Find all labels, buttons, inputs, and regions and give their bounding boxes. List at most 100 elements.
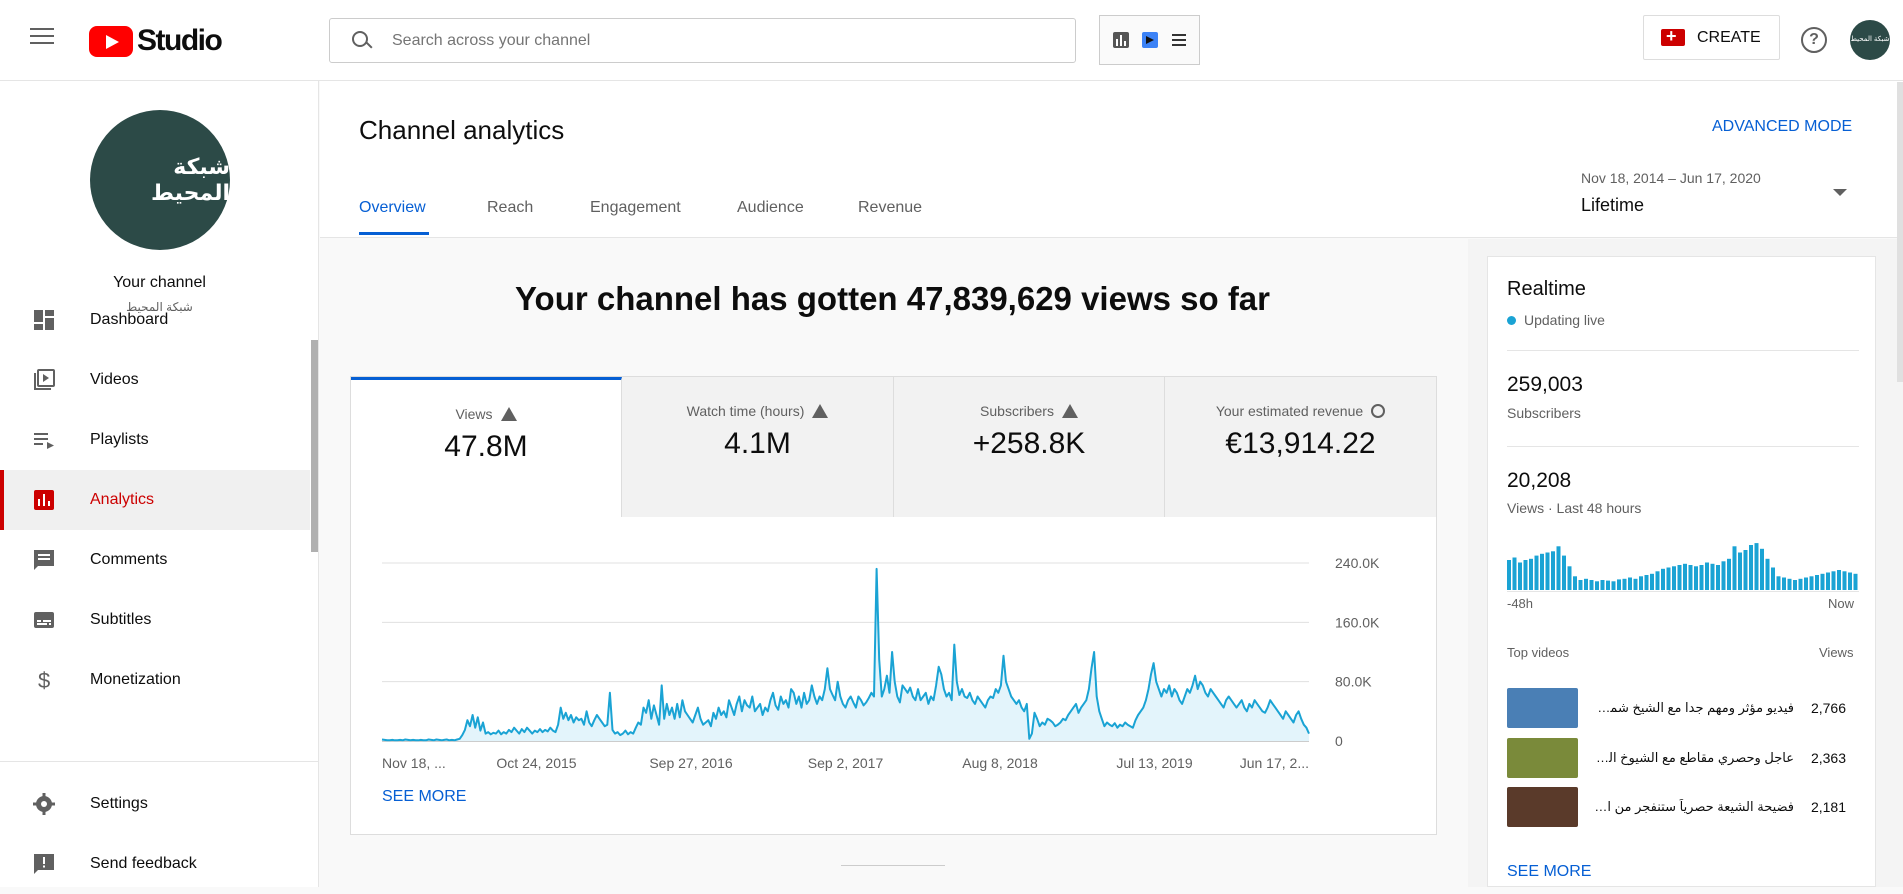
realtime-bar[interactable] xyxy=(1639,576,1643,590)
realtime-bar[interactable] xyxy=(1611,581,1616,590)
realtime-bar[interactable] xyxy=(1837,570,1841,590)
realtime-bar[interactable] xyxy=(1655,571,1660,590)
channel-avatar[interactable]: شبكة المحيط xyxy=(90,110,230,250)
realtime-bar[interactable] xyxy=(1732,546,1737,590)
metric-tab-revenue[interactable]: Your estimated revenue €13,914.22 xyxy=(1165,377,1436,517)
realtime-bar[interactable] xyxy=(1793,580,1797,590)
realtime-bar[interactable] xyxy=(1721,561,1726,590)
search-bar[interactable] xyxy=(329,18,1076,63)
tab-reach[interactable]: Reach xyxy=(487,199,533,217)
sidebar-item-subtitles[interactable]: Subtitles xyxy=(0,590,310,650)
realtime-bar[interactable] xyxy=(1534,555,1539,590)
realtime-bar[interactable] xyxy=(1523,560,1528,590)
create-button[interactable]: CREATE xyxy=(1643,15,1780,60)
views-chart[interactable]: 240.0K 160.0K 80.0K 0 Nov 18, ... Oct 24, 201… xyxy=(351,537,1436,797)
sidebar-item-comments[interactable]: Comments xyxy=(0,530,310,590)
metric-tab-subscribers[interactable]: Subscribers +258.8K xyxy=(894,377,1165,517)
realtime-bar[interactable] xyxy=(1518,562,1522,591)
realtime-bar[interactable] xyxy=(1842,571,1847,590)
help-icon[interactable]: ? xyxy=(1801,27,1827,53)
realtime-bar[interactable] xyxy=(1804,577,1808,591)
realtime-bar[interactable] xyxy=(1556,546,1561,590)
realtime-bar[interactable] xyxy=(1815,575,1819,590)
top-video-row[interactable]: عاجل وحصري مقاطع مع الشيوخ الحرب لم تشاه… xyxy=(1507,737,1859,779)
warning-icon[interactable] xyxy=(500,407,517,421)
realtime-bar[interactable] xyxy=(1529,558,1533,590)
realtime-bar[interactable] xyxy=(1650,573,1654,590)
realtime-bar[interactable] xyxy=(1826,572,1830,591)
realtime-bar[interactable] xyxy=(1600,580,1605,590)
chevron-down-icon[interactable] xyxy=(1833,189,1847,196)
realtime-bar[interactable] xyxy=(1595,581,1599,590)
see-more-button[interactable]: SEE MORE xyxy=(382,788,466,806)
search-input[interactable] xyxy=(392,31,1032,50)
menu-icon[interactable] xyxy=(30,28,54,48)
realtime-bar[interactable] xyxy=(1831,571,1836,590)
metric-tab-views[interactable]: Views 47.8M xyxy=(351,377,622,517)
realtime-bar[interactable] xyxy=(1578,580,1583,590)
realtime-bar[interactable] xyxy=(1507,560,1511,590)
realtime-bar[interactable] xyxy=(1606,580,1610,590)
tab-engagement[interactable]: Engagement xyxy=(590,199,681,217)
realtime-bar[interactable] xyxy=(1567,566,1572,590)
tab-audience[interactable]: Audience xyxy=(737,199,804,217)
realtime-bar[interactable] xyxy=(1672,566,1676,590)
account-avatar[interactable]: شبكة المحيط xyxy=(1850,20,1890,60)
analytics-extension-icon[interactable] xyxy=(1112,31,1130,49)
realtime-bar[interactable] xyxy=(1820,573,1825,590)
realtime-bar[interactable] xyxy=(1617,579,1621,590)
realtime-bar[interactable] xyxy=(1573,576,1577,590)
warning-icon[interactable] xyxy=(812,404,829,418)
realtime-bar[interactable] xyxy=(1776,576,1781,590)
realtime-bar[interactable] xyxy=(1677,565,1682,590)
realtime-bar[interactable] xyxy=(1683,563,1687,590)
realtime-bar[interactable] xyxy=(1661,568,1665,590)
realtime-bar[interactable] xyxy=(1782,577,1786,591)
realtime-bar[interactable] xyxy=(1765,558,1770,590)
realtime-bar[interactable] xyxy=(1512,557,1517,591)
realtime-bar[interactable] xyxy=(1848,572,1852,591)
realtime-bar[interactable] xyxy=(1584,578,1588,590)
realtime-bar[interactable] xyxy=(1622,578,1627,590)
sidebar-item-dashboard[interactable]: Dashboard xyxy=(0,290,310,350)
realtime-bar[interactable] xyxy=(1754,543,1759,590)
realtime-bar[interactable] xyxy=(1633,578,1638,590)
realtime-bar[interactable] xyxy=(1760,548,1764,590)
warning-icon[interactable] xyxy=(1061,404,1078,418)
realtime-bar[interactable] xyxy=(1562,555,1566,590)
realtime-bar[interactable] xyxy=(1710,563,1715,590)
realtime-bar[interactable] xyxy=(1699,565,1704,590)
realtime-bar[interactable] xyxy=(1809,576,1814,590)
tab-revenue[interactable]: Revenue xyxy=(858,199,922,217)
realtime-bar[interactable] xyxy=(1738,552,1742,591)
realtime-bar[interactable] xyxy=(1705,562,1709,591)
realtime-bar[interactable] xyxy=(1540,553,1544,590)
sidebar-item-playlists[interactable]: Playlists xyxy=(0,410,310,470)
top-video-row[interactable]: فضيحة الشيعة حصرياً ستنفجر من الضحك 2,18… xyxy=(1507,786,1859,828)
sidebar-item-settings[interactable]: Settings xyxy=(0,774,310,834)
sidebar-scrollbar[interactable] xyxy=(311,340,318,552)
list-extension-icon[interactable] xyxy=(1170,31,1188,49)
page-scrollbar[interactable] xyxy=(1897,82,1903,382)
realtime-bar-chart[interactable] xyxy=(1507,540,1859,590)
vidiq-extension-icon[interactable] xyxy=(1141,31,1159,49)
realtime-bar[interactable] xyxy=(1688,565,1693,590)
sidebar-item-monetization[interactable]: $ Monetization xyxy=(0,650,310,710)
realtime-bar[interactable] xyxy=(1743,550,1748,590)
clock-icon[interactable] xyxy=(1371,404,1386,418)
realtime-bar[interactable] xyxy=(1853,573,1858,590)
realtime-bar[interactable] xyxy=(1628,577,1632,591)
metric-tab-watch-time[interactable]: Watch time (hours) 4.1M xyxy=(622,377,894,517)
realtime-bar[interactable] xyxy=(1589,580,1594,590)
realtime-see-more-button[interactable]: SEE MORE xyxy=(1507,863,1591,881)
realtime-bar[interactable] xyxy=(1798,578,1803,590)
date-range-text[interactable]: Nov 18, 2014 – Jun 17, 2020 xyxy=(1581,170,1761,186)
studio-logo[interactable]: Studio xyxy=(89,24,223,58)
realtime-bar[interactable] xyxy=(1787,578,1792,590)
search-icon[interactable] xyxy=(352,30,372,51)
realtime-bar[interactable] xyxy=(1749,545,1753,590)
advanced-mode-button[interactable]: ADVANCED MODE xyxy=(1712,118,1852,136)
top-video-row[interactable]: فيديو مؤثر ومهم جدا مع الشيخ شمس الدين! … xyxy=(1507,687,1859,729)
realtime-bar[interactable] xyxy=(1666,567,1671,591)
sidebar-item-analytics[interactable]: Analytics xyxy=(0,470,310,530)
